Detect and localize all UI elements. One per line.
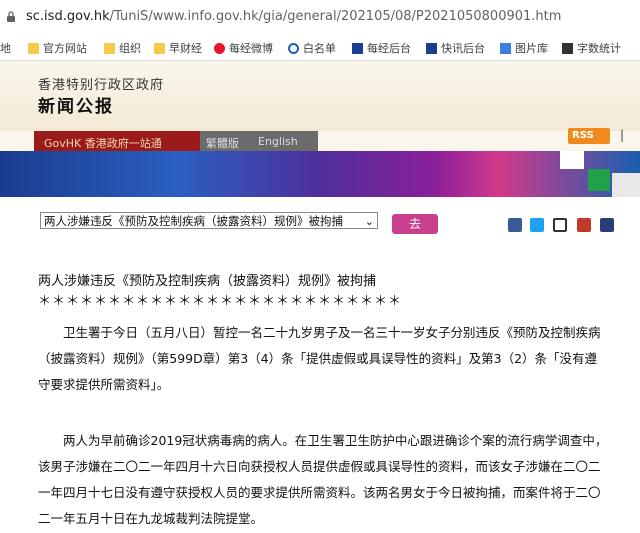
url-host: sc.isd.gov.hk bbox=[26, 9, 110, 24]
photo-icon bbox=[500, 42, 511, 54]
banner-block bbox=[612, 173, 640, 197]
email-icon[interactable] bbox=[553, 218, 567, 232]
banner-block bbox=[560, 151, 584, 169]
paragraph-line: 一年四月十七日没有遵守获授权人员的要求提供所需资料。该两名男女于今日被拘捕，而案… bbox=[38, 485, 601, 500]
bookmark-item[interactable]: 快讯后台 bbox=[426, 40, 485, 56]
rss-label: RSS bbox=[572, 130, 594, 141]
twitter-icon[interactable] bbox=[530, 218, 544, 232]
paragraph-line: 守要求提供所需资料」。 bbox=[38, 377, 170, 392]
folder-icon bbox=[154, 42, 165, 54]
gov-name: 香港特别行政区政府 bbox=[38, 78, 165, 93]
n-icon bbox=[426, 42, 437, 54]
paragraph-line: 卫生署于今日（五月八日）暂控一名二十九岁男子及一名三十一岁女子分别违反《预防及控… bbox=[38, 325, 601, 340]
go-label: 去 bbox=[408, 217, 421, 231]
info-icon[interactable] bbox=[6, 11, 16, 23]
bookmark-item[interactable]: 每经后台 bbox=[352, 40, 411, 56]
bookmark-label: 组织 bbox=[119, 42, 141, 55]
article-paragraph: 卫生署于今日（五月八日）暂控一名二十九岁男子及一名三十一岁女子分别违反《预防及控… bbox=[38, 320, 634, 398]
press-release-select[interactable]: 两人涉嫌违反《预防及控制疾病（披露资料）规例》被拘捕 ⌄ bbox=[40, 212, 378, 229]
bookmark-item[interactable]: 组织 bbox=[104, 40, 141, 56]
paragraph-line: 二一年五月十日在九龙城裁判法院提堂。 bbox=[38, 511, 264, 526]
n-icon bbox=[352, 42, 363, 54]
select-value: 两人涉嫌违反《预防及控制疾病（披露资料）规例》被拘捕 bbox=[44, 214, 343, 228]
url-path: /TuniS/www.info.gov.hk/gia/general/20210… bbox=[109, 9, 562, 24]
folder-icon bbox=[104, 42, 115, 54]
top-nav: GovHK 香港政府一站通 繁體版 English bbox=[0, 131, 640, 151]
bookmark-label: 字数统计 bbox=[577, 42, 621, 55]
print-icon[interactable] bbox=[600, 218, 614, 232]
bookmark-item[interactable]: 字数统计 bbox=[562, 40, 621, 56]
lang-trad-link[interactable]: 繁體版 bbox=[206, 135, 239, 151]
govhk-label: GovHK 香港政府一站通 bbox=[44, 137, 162, 150]
folder-icon bbox=[28, 42, 39, 54]
download-icon[interactable] bbox=[577, 218, 591, 232]
chevron-down-icon: ⌄ bbox=[364, 215, 374, 228]
address-bar[interactable]: sc.isd.gov.hk/TuniS/www.info.gov.hk/gia/… bbox=[0, 0, 640, 35]
bookmark-label: 白名单 bbox=[303, 42, 336, 55]
lang-en-link[interactable]: English bbox=[258, 135, 298, 148]
bookmark-label: 图片库 bbox=[515, 42, 548, 55]
paragraph-line: 两人为早前确诊2019冠状病毒病的病人。在卫生署卫生防护中心跟进确诊个案的流行病… bbox=[38, 433, 608, 448]
go-button[interactable]: 去 bbox=[392, 214, 438, 234]
bookmark-label: 早财经 bbox=[169, 42, 202, 55]
bookmark-item[interactable]: 官方网站 bbox=[28, 40, 87, 56]
bookmark-label: 地 bbox=[0, 42, 11, 55]
bookmarks-bar: 地 官方网站 组织 早财经 每经微博 白名单 每经后台 快讯后台 图片库 字数统… bbox=[0, 34, 640, 61]
govhk-link[interactable]: GovHK 香港政府一站通 bbox=[34, 131, 200, 151]
bookmark-item[interactable]: 白名单 bbox=[288, 40, 336, 56]
article-paragraph: 两人为早前确诊2019冠状病毒病的病人。在卫生署卫生防护中心跟进确诊个案的流行病… bbox=[38, 428, 634, 532]
paragraph-line: 该男子涉嫌在二〇二一年四月十六日向获授权人员提供虚假或具误导性的资料，而该女子涉… bbox=[38, 459, 601, 474]
article-title: 两人涉嫌违反《预防及控制疾病（披露资料）规例》被拘捕 bbox=[38, 274, 377, 289]
paragraph-line: （披露资料）规例》（第599D章）第3（4）条「提供虚假或具误导性的资料」及第3… bbox=[38, 351, 598, 366]
bookmark-label: 每经微博 bbox=[229, 42, 273, 55]
bookmark-item[interactable]: 图片库 bbox=[500, 40, 548, 56]
language-bar: 繁體版 English bbox=[200, 131, 318, 151]
link-icon bbox=[288, 42, 299, 54]
banner-block bbox=[588, 169, 610, 191]
banner bbox=[0, 151, 640, 197]
bookmark-label: 快讯后台 bbox=[441, 42, 485, 55]
weibo-icon bbox=[214, 42, 225, 54]
rss-button[interactable]: RSS bbox=[568, 128, 610, 144]
divider: | bbox=[620, 128, 625, 142]
bookmark-item[interactable]: 每经微博 bbox=[214, 40, 273, 56]
url-text[interactable]: sc.isd.gov.hk/TuniS/www.info.gov.hk/gia/… bbox=[26, 9, 561, 24]
separator-stars: ＊＊＊＊＊＊＊＊＊＊＊＊＊＊＊＊＊＊＊＊＊＊＊＊＊＊ bbox=[38, 294, 403, 309]
bookmark-label: 官方网站 bbox=[43, 42, 87, 55]
site-name[interactable]: 新闻公报 bbox=[38, 92, 114, 117]
counter-icon bbox=[562, 42, 573, 54]
bookmark-item[interactable]: 地 bbox=[0, 40, 11, 56]
facebook-icon[interactable] bbox=[508, 218, 522, 232]
bookmark-item[interactable]: 早财经 bbox=[154, 40, 202, 56]
bookmark-label: 每经后台 bbox=[367, 42, 411, 55]
